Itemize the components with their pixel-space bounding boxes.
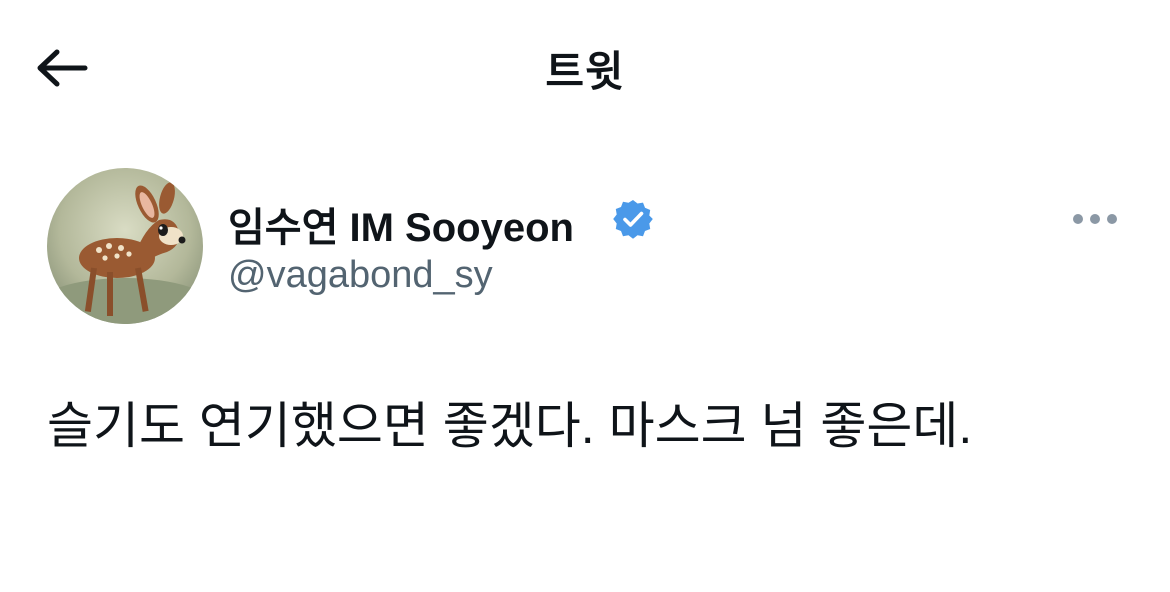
- avatar-image: [47, 168, 203, 324]
- avatar[interactable]: [47, 168, 203, 324]
- tweet-author-row: 임수연 IM Sooyeon @vagabond_sy: [0, 160, 1170, 330]
- more-dots-icon: [1073, 214, 1117, 224]
- more-options-button[interactable]: [1066, 204, 1124, 234]
- page-title: 트윗: [545, 48, 625, 95]
- author-display-name[interactable]: 임수연 IM Sooyeon: [228, 195, 574, 253]
- tweet-text: 슬기도 연기했으면 좋겠다. 마스크 넘 좋은데.: [47, 398, 973, 454]
- verified-badge-icon: [613, 200, 653, 239]
- author-handle[interactable]: @vagabond_sy: [228, 254, 493, 297]
- top-bar: 트윗: [0, 0, 1170, 130]
